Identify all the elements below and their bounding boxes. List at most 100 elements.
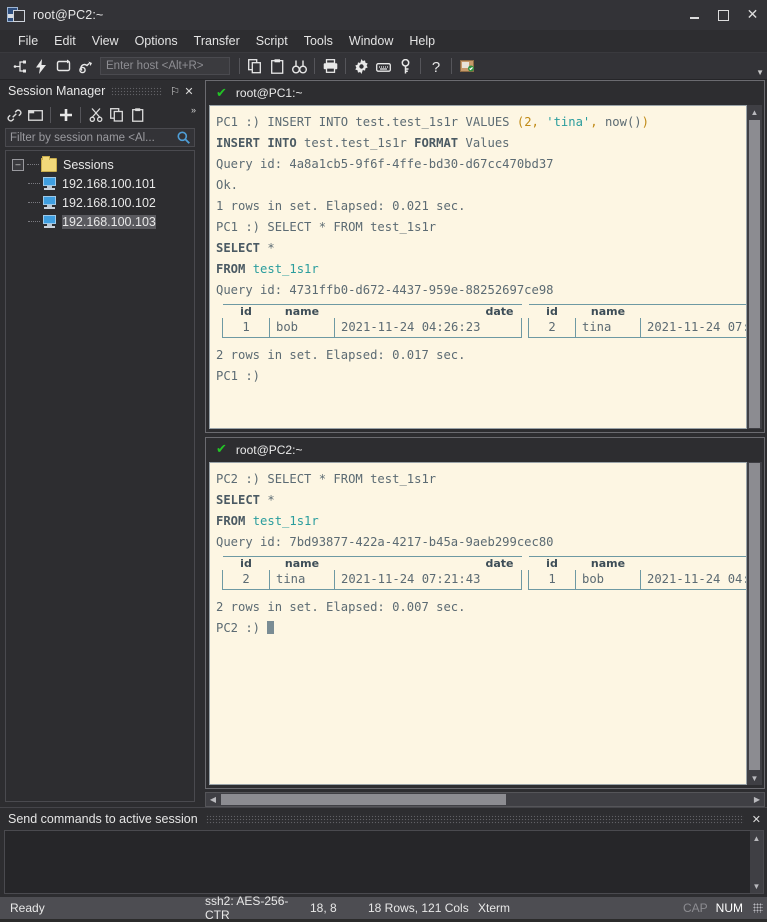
host-input[interactable]: Enter host <Alt+R>: [100, 57, 230, 75]
tree-root-sessions[interactable]: – Sessions: [6, 155, 194, 174]
pane-body-pc1: PC1 :) INSERT INTO test.test_1s1r VALUES…: [206, 105, 764, 432]
col-date: date: [334, 304, 522, 318]
link-icon[interactable]: [4, 105, 25, 126]
send-commands-close-icon[interactable]: ✕: [752, 813, 761, 826]
tree-connector: [27, 163, 39, 166]
session-filter-input[interactable]: Filter by session name <Al...: [5, 128, 195, 147]
resize-grip[interactable]: [753, 903, 763, 913]
scroll-right-icon[interactable]: ▶: [750, 793, 764, 806]
send-commands-scrollbar[interactable]: ▲ ▼: [750, 831, 763, 893]
maximize-button[interactable]: [709, 0, 738, 30]
session-item-103[interactable]: 192.168.100.103: [6, 212, 194, 231]
prompt-pc2: PC2 :): [216, 471, 268, 486]
session-item-101[interactable]: 192.168.100.101: [6, 174, 194, 193]
folder-icon[interactable]: [25, 105, 46, 126]
query-id-1: Query id: 4a8a1cb5-9f6f-4ffe-bd30-d67cc4…: [216, 157, 554, 171]
status-caps-indicator: CAP: [682, 901, 708, 915]
expander-icon[interactable]: –: [12, 158, 24, 171]
table-row: 2tina2021-11-24 07:21:43: [222, 569, 522, 590]
window-title: root@PC2:~: [33, 8, 104, 22]
menu-help[interactable]: Help: [401, 32, 443, 50]
find-icon[interactable]: [288, 55, 310, 77]
main-toolbar: Enter host <Alt+R> ? ▼: [0, 52, 767, 80]
status-emulation: Xterm: [478, 901, 511, 915]
protocol-icon[interactable]: [456, 55, 478, 77]
vscroll-thumb[interactable]: [749, 462, 760, 770]
vscroll-thumb[interactable]: [749, 120, 760, 428]
scroll-left-icon[interactable]: ◀: [206, 793, 220, 806]
menu-file[interactable]: File: [10, 32, 46, 50]
col-id: id: [528, 304, 576, 318]
copy-icon[interactable]: [106, 105, 127, 126]
keymap-icon[interactable]: [372, 55, 394, 77]
send-commands-input[interactable]: [5, 831, 750, 893]
col-id: id: [222, 555, 270, 570]
echo-table: test.test_1s1r: [296, 136, 415, 150]
filter-placeholder: Filter by session name <Al...: [10, 131, 155, 144]
scroll-down-icon[interactable]: ▼: [747, 771, 762, 785]
terminal-screen-pc1[interactable]: PC1 :) INSERT INTO test.test_1s1r VALUES…: [209, 105, 747, 429]
session-item-102[interactable]: 192.168.100.102: [6, 193, 194, 212]
comma-2: ,: [590, 115, 605, 129]
cell-name: tina: [269, 569, 335, 590]
connected-check-icon: ✔: [216, 442, 227, 457]
paste-icon[interactable]: [127, 105, 148, 126]
sm-divider-2: [80, 107, 81, 123]
col-id: id: [528, 555, 576, 570]
add-icon[interactable]: [55, 105, 76, 126]
pane-title: root@PC2:~: [235, 442, 303, 457]
connect-icon[interactable]: [8, 55, 30, 77]
col-date: date: [334, 555, 522, 570]
toolbar-divider: [239, 58, 240, 74]
terminal-pane-pc2[interactable]: ✔ root@PC2:~ PC2 :) SELECT * FROM test_1…: [205, 436, 765, 789]
menu-view[interactable]: View: [84, 32, 127, 50]
terminal-hscrollbar[interactable]: ◀ ▶: [205, 792, 765, 807]
disconnect-icon[interactable]: [74, 55, 96, 77]
terminal-vscrollbar-pc2[interactable]: ▼: [747, 461, 762, 785]
menu-tools[interactable]: Tools: [296, 32, 341, 50]
terminal-vscrollbar-pc1[interactable]: ▲: [747, 105, 762, 429]
scroll-up-icon[interactable]: ▲: [749, 831, 764, 845]
cut-icon[interactable]: [85, 105, 106, 126]
send-commands-title: Send commands to active session: [8, 812, 198, 826]
col-date: date: [640, 555, 746, 570]
minimize-button[interactable]: [680, 0, 709, 30]
command-text-2: SELECT * FROM test_1s1r: [267, 220, 437, 234]
toolbar-overflow-icon[interactable]: ▼: [756, 68, 764, 77]
scroll-down-icon[interactable]: ▼: [749, 879, 764, 893]
menu-window[interactable]: Window: [341, 32, 401, 50]
scroll-up-icon[interactable]: ▲: [747, 105, 762, 119]
col-name: name: [575, 304, 641, 318]
settings-icon[interactable]: [350, 55, 372, 77]
reconnect-icon[interactable]: [52, 55, 74, 77]
hscroll-thumb[interactable]: [221, 794, 506, 805]
rows-elapsed-pc2: 2 rows in set. Elapsed: 0.007 sec.: [216, 599, 466, 614]
menu-edit[interactable]: Edit: [46, 32, 84, 50]
tree-connector: [28, 220, 40, 223]
col-name: name: [269, 555, 335, 570]
table-row: 1bob2021-11-24 04:26:23: [528, 569, 746, 590]
paste-icon[interactable]: [266, 55, 288, 77]
help-icon[interactable]: ?: [425, 55, 447, 77]
key-icon[interactable]: [394, 55, 416, 77]
computer-icon: [42, 215, 57, 228]
session-tree[interactable]: – Sessions 192.168.100.101 192.168.100.1…: [5, 150, 195, 802]
copy-icon[interactable]: [244, 55, 266, 77]
session-toolbar-overflow-icon[interactable]: »: [191, 105, 196, 115]
terminal-panes: ✔ root@PC1:~ PC1 :) INSERT INTO test.tes…: [205, 80, 765, 789]
send-commands-box[interactable]: ▲ ▼: [4, 830, 764, 894]
quick-connect-icon[interactable]: [30, 55, 52, 77]
terminal-pane-pc1[interactable]: ✔ root@PC1:~ PC1 :) INSERT INTO test.tes…: [205, 80, 765, 433]
close-button[interactable]: ✕: [738, 0, 767, 30]
menu-options[interactable]: Options: [127, 32, 186, 50]
panel-close-icon[interactable]: ✕: [182, 85, 196, 98]
menu-transfer[interactable]: Transfer: [186, 32, 248, 50]
print-icon[interactable]: [319, 55, 341, 77]
pin-icon[interactable]: ⚐: [168, 85, 182, 98]
svg-text:?: ?: [432, 59, 440, 74]
session-manager-title: Session Manager: [8, 84, 106, 98]
session-manager-panel: Session Manager ⚐ ✕ » Filter by session …: [0, 80, 200, 807]
menu-script[interactable]: Script: [248, 32, 296, 50]
terminal-screen-pc2[interactable]: PC2 :) SELECT * FROM test_1s1r SELECT * …: [209, 461, 747, 785]
status-num-indicator: NUM: [715, 901, 743, 915]
